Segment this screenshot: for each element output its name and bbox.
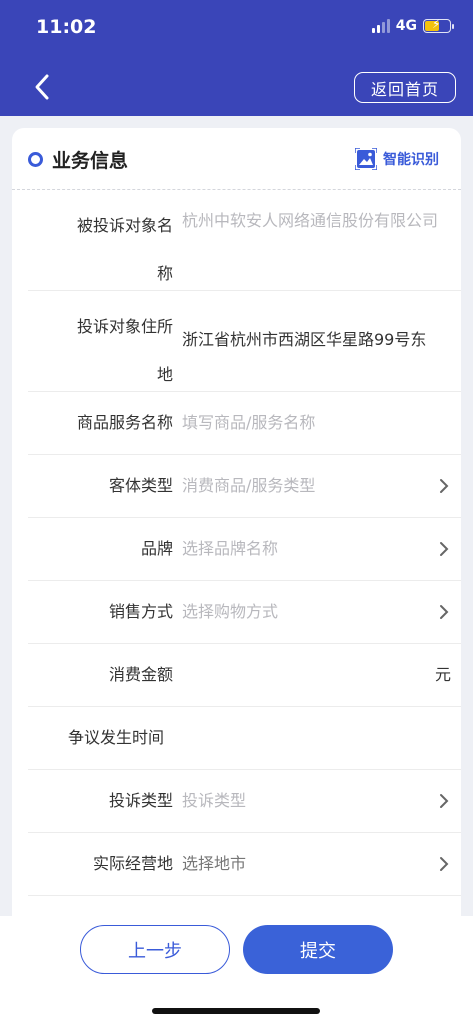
ai-recognize-label: 智能识别 (383, 152, 439, 168)
row-label: 商品服务名称 (76, 413, 173, 432)
header: 11:02 4G ⚡ 返回首页 (0, 0, 473, 116)
chevron-right-icon (440, 857, 449, 871)
back-icon[interactable] (30, 72, 56, 102)
home-button[interactable]: 返回首页 (354, 72, 456, 103)
row-label: 争议发生时间 (68, 728, 165, 747)
row-label: 客体类型 (108, 476, 173, 495)
chevron-right-icon (440, 479, 449, 493)
page: 11:02 4G ⚡ 返回首页 业务信息 智能识别 被投诉对象名 称 杭州中软安… (0, 0, 473, 1024)
row-label: 消费金额 (108, 665, 173, 684)
chevron-right-icon (440, 794, 449, 808)
row-label: 投诉类型 (108, 791, 173, 810)
complaint-type-select[interactable]: 投诉类型 (182, 782, 453, 820)
row-label: 销售方式 (108, 602, 173, 621)
section-dot-icon (28, 152, 43, 167)
form-row-business-location[interactable]: 实际经营地 选择地市 (28, 833, 461, 896)
image-scan-icon (355, 148, 377, 170)
sales-method-select[interactable]: 选择购物方式 (182, 593, 453, 631)
previous-step-button[interactable]: 上一步 (80, 925, 230, 974)
row-label: 品牌 (140, 539, 173, 558)
business-location-select[interactable]: 选择地市 (182, 845, 453, 883)
home-indicator[interactable] (152, 1008, 320, 1014)
form-row-object-type[interactable]: 客体类型 消费商品/服务类型 (28, 455, 461, 518)
form-row-product-name[interactable]: 商品服务名称 填写商品/服务名称 (28, 392, 461, 455)
ai-recognize-button[interactable]: 智能识别 (355, 148, 439, 170)
row-label: 被投诉对象名称 (76, 216, 173, 283)
row-label: 实际经营地 (92, 854, 173, 873)
status-time: 11:02 (36, 16, 97, 38)
form-row-complained-address[interactable]: 投诉对象住所地 浙江省杭州市西湖区华星路99号东 (28, 291, 461, 392)
chevron-right-icon (440, 605, 449, 619)
complained-party-input[interactable]: 杭州中软安人网络通信股份有限公司 (182, 202, 453, 240)
form-row-sales-method[interactable]: 销售方式 选择购物方式 (28, 581, 461, 644)
form-rows: 被投诉对象名称 杭州中软安人网络通信股份有限公司 投诉对象住所地 浙江省杭州市西… (28, 190, 461, 896)
form-row-dispute-time[interactable]: 争议发生时间 (28, 707, 461, 770)
card-header: 业务信息 智能识别 (12, 128, 461, 190)
bottom-action-bar: 上一步 提交 (0, 916, 473, 1024)
currency-unit: 元 (434, 665, 451, 684)
row-label: 投诉对象住所地 (76, 317, 173, 384)
form-row-brand[interactable]: 品牌 选择品牌名称 (28, 518, 461, 581)
form-row-complained-party[interactable]: 被投诉对象名称 杭州中软安人网络通信股份有限公司 (28, 190, 461, 291)
form-row-amount[interactable]: 消费金额 元 (28, 644, 461, 707)
status-bar-icons: 4G ⚡ (371, 17, 454, 34)
section-title: 业务信息 (52, 150, 129, 172)
form-row-complaint-type[interactable]: 投诉类型 投诉类型 (28, 770, 461, 833)
product-name-input[interactable]: 填写商品/服务名称 (182, 404, 453, 442)
chevron-right-icon (440, 542, 449, 556)
submit-button[interactable]: 提交 (243, 925, 393, 974)
business-info-card: 业务信息 智能识别 被投诉对象名称 杭州中软安人网络通信股份有限公司 投诉对象住… (12, 128, 461, 928)
brand-select[interactable]: 选择品牌名称 (182, 530, 453, 568)
network-type: 4G (395, 18, 417, 34)
object-type-select[interactable]: 消费商品/服务类型 (182, 467, 453, 505)
battery-icon: ⚡ (423, 17, 454, 33)
signal-icon (371, 19, 390, 33)
complained-address-input[interactable]: 浙江省杭州市西湖区华星路99号东 (182, 321, 453, 359)
